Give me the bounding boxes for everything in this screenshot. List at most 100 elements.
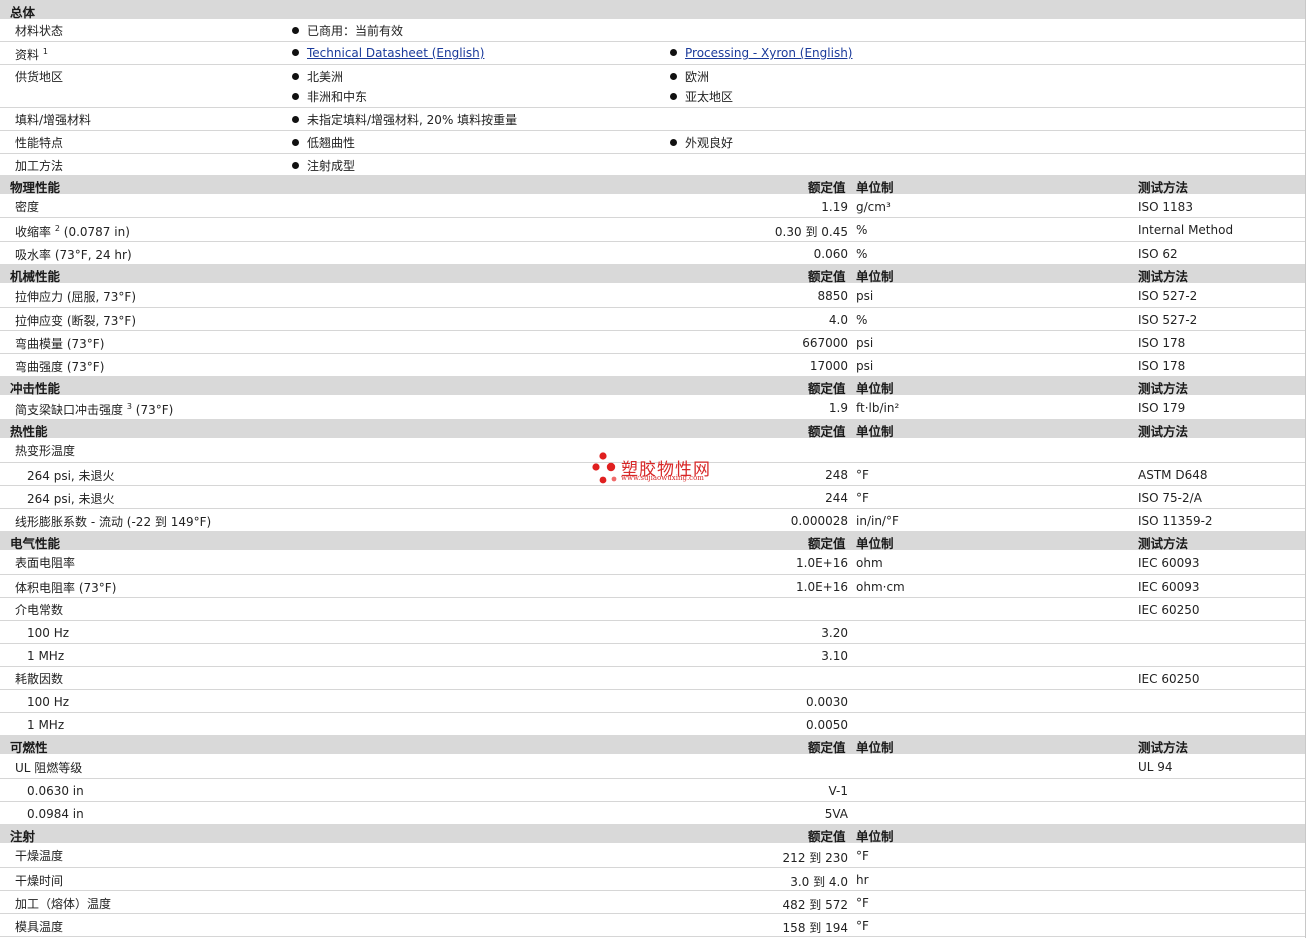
property-label: 模具温度: [15, 920, 64, 934]
bullet-icon: [670, 93, 677, 100]
property-value: 0.060: [813, 247, 848, 261]
section-header-impact: 冲击性能 额定值 单位制 测试方法: [0, 376, 1305, 396]
property-label: 干燥时间: [15, 874, 64, 888]
property-row: 表面电阻率 1.0E+16 ohm IEC 60093: [0, 550, 1305, 574]
property-test-method: ISO 527-2: [1138, 289, 1198, 303]
row-label: 加工方法: [15, 159, 64, 173]
property-row: 线形膨胀系数 - 流动 (-22 到 149°F) 0.000028 in/in…: [0, 508, 1305, 531]
property-label: 耗散因数: [15, 672, 64, 686]
bullet-item: 亚太地区: [670, 88, 733, 105]
property-label: 简支梁缺口冲击强度 3 (73°F): [15, 402, 174, 417]
section-header-general: 总体: [0, 0, 1305, 20]
property-row: 吸水率 (73°F, 24 hr) 0.060 % ISO 62: [0, 241, 1305, 264]
bullet-item: 已商用：当前有效: [292, 22, 403, 39]
property-value: 248: [825, 468, 848, 482]
property-label: 1 MHz: [27, 718, 65, 732]
property-row: 弯曲模量 (73°F) 667000 psi ISO 178: [0, 330, 1305, 353]
bullet-icon: [292, 139, 299, 146]
section-header-injection: 注射 额定值 单位制: [0, 824, 1305, 844]
bullet-icon: [292, 116, 299, 123]
bullet-item: 欧洲: [670, 68, 709, 85]
bullet-item: 北美洲: [292, 68, 343, 85]
property-label: 拉伸应变 (断裂, 73°F): [15, 314, 137, 328]
property-unit: °F: [856, 468, 869, 482]
property-value: 482 到 572: [782, 898, 848, 912]
property-row: 0.0630 in V-1: [0, 778, 1305, 801]
property-label: 264 psi, 未退火: [27, 492, 115, 506]
property-label: 吸水率 (73°F, 24 hr): [15, 248, 132, 262]
row-label: 资料 1: [15, 47, 48, 62]
property-unit: °F: [856, 919, 869, 933]
bullet-icon: [670, 139, 677, 146]
bullet-item: Technical Datasheet (English): [292, 46, 484, 60]
property-row: 体积电阻率 (73°F) 1.0E+16 ohm·cm IEC 60093: [0, 574, 1305, 597]
property-test-method: ISO 527-2: [1138, 313, 1198, 327]
technical-datasheet-link[interactable]: Technical Datasheet (English): [307, 46, 484, 60]
bullet-icon: [292, 93, 299, 100]
section-header-flammability: 可燃性 额定值 单位制 测试方法: [0, 735, 1305, 755]
property-unit: hr: [856, 873, 869, 887]
property-test-method: ASTM D648: [1138, 468, 1208, 482]
processing-xyron-link[interactable]: Processing - Xyron (English): [685, 46, 852, 60]
bullet-icon: [292, 73, 299, 80]
property-value: 1.0E+16: [796, 580, 848, 594]
property-test-method: IEC 60093: [1138, 580, 1200, 594]
row-documents: 资料 1 Technical Datasheet (English) Proce…: [0, 41, 1305, 64]
property-label: 0.0630 in: [27, 784, 84, 798]
property-unit: ohm: [856, 556, 883, 570]
property-label: 密度: [15, 200, 40, 214]
bullet-item: Processing - Xyron (English): [670, 46, 852, 60]
property-row: 介电常数 IEC 60250: [0, 597, 1305, 620]
property-row: 耗散因数 IEC 60250: [0, 666, 1305, 689]
property-unit: psi: [856, 289, 874, 303]
property-value: 3.0 到 4.0: [790, 875, 848, 889]
property-test-method: IEC 60250: [1138, 672, 1200, 686]
property-value: 5VA: [824, 807, 848, 821]
property-label: 线形膨胀系数 - 流动 (-22 到 149°F): [15, 515, 212, 529]
row-label: 性能特点: [15, 136, 64, 150]
property-value: 1.19: [821, 200, 848, 214]
row-features: 性能特点 低翘曲性 外观良好: [0, 130, 1305, 153]
property-test-method: ISO 179: [1138, 401, 1186, 415]
property-row: 简支梁缺口冲击强度 3 (73°F) 1.9 ft·lb/in² ISO 179: [0, 395, 1305, 419]
property-row: UL 阻燃等级 UL 94: [0, 754, 1305, 778]
property-value: 8850: [817, 289, 848, 303]
property-test-method: ISO 1183: [1138, 200, 1193, 214]
bullet-icon: [292, 49, 299, 56]
property-value: 158 到 194: [782, 921, 848, 935]
property-label: 热变形温度: [15, 444, 76, 458]
property-row: 拉伸应变 (断裂, 73°F) 4.0 % ISO 527-2: [0, 307, 1305, 330]
property-value: 0.0030: [806, 695, 848, 709]
property-label: 100 Hz: [27, 626, 70, 640]
bullet-item: 非洲和中东: [292, 88, 367, 105]
bullet-item: 注射成型: [292, 157, 355, 174]
section-header-mechanical: 机械性能 额定值 单位制 测试方法: [0, 264, 1305, 284]
molecule-dots-icon: [592, 452, 617, 484]
property-unit: °F: [856, 491, 869, 505]
property-value: 244: [825, 491, 848, 505]
property-label: 加工（熔体）温度: [15, 897, 112, 911]
property-test-method: ISO 178: [1138, 359, 1186, 373]
property-test-method: Internal Method: [1138, 223, 1234, 237]
bullet-icon: [292, 162, 299, 169]
property-row: 264 psi, 未退火 244 °F ISO 75-2/A: [0, 485, 1305, 508]
property-label: 干燥温度: [15, 849, 64, 863]
property-unit: %: [856, 247, 868, 261]
section-header-thermal: 热性能 额定值 单位制 测试方法: [0, 419, 1305, 439]
property-value: 667000: [802, 336, 848, 350]
property-unit: psi: [856, 359, 874, 373]
property-label: 介电常数: [15, 603, 64, 617]
property-test-method: UL 94: [1138, 760, 1173, 774]
property-test-method: ISO 62: [1138, 247, 1178, 261]
row-label: 材料状态: [15, 24, 64, 38]
bullet-icon: [292, 27, 299, 34]
property-row: 1 MHz 0.0050: [0, 712, 1305, 735]
property-row: 1 MHz 3.10: [0, 643, 1305, 666]
property-unit: °F: [856, 896, 869, 910]
property-value: 212 到 230: [782, 851, 848, 865]
property-value: 0.30 到 0.45: [774, 225, 848, 239]
property-value: 1.9: [828, 401, 848, 415]
property-label: 264 psi, 未退火: [27, 469, 115, 483]
property-value: 3.20: [821, 626, 848, 640]
datasheet: 总体 材料状态 已商用：当前有效 资料 1 Technical Datashee…: [0, 0, 1306, 938]
